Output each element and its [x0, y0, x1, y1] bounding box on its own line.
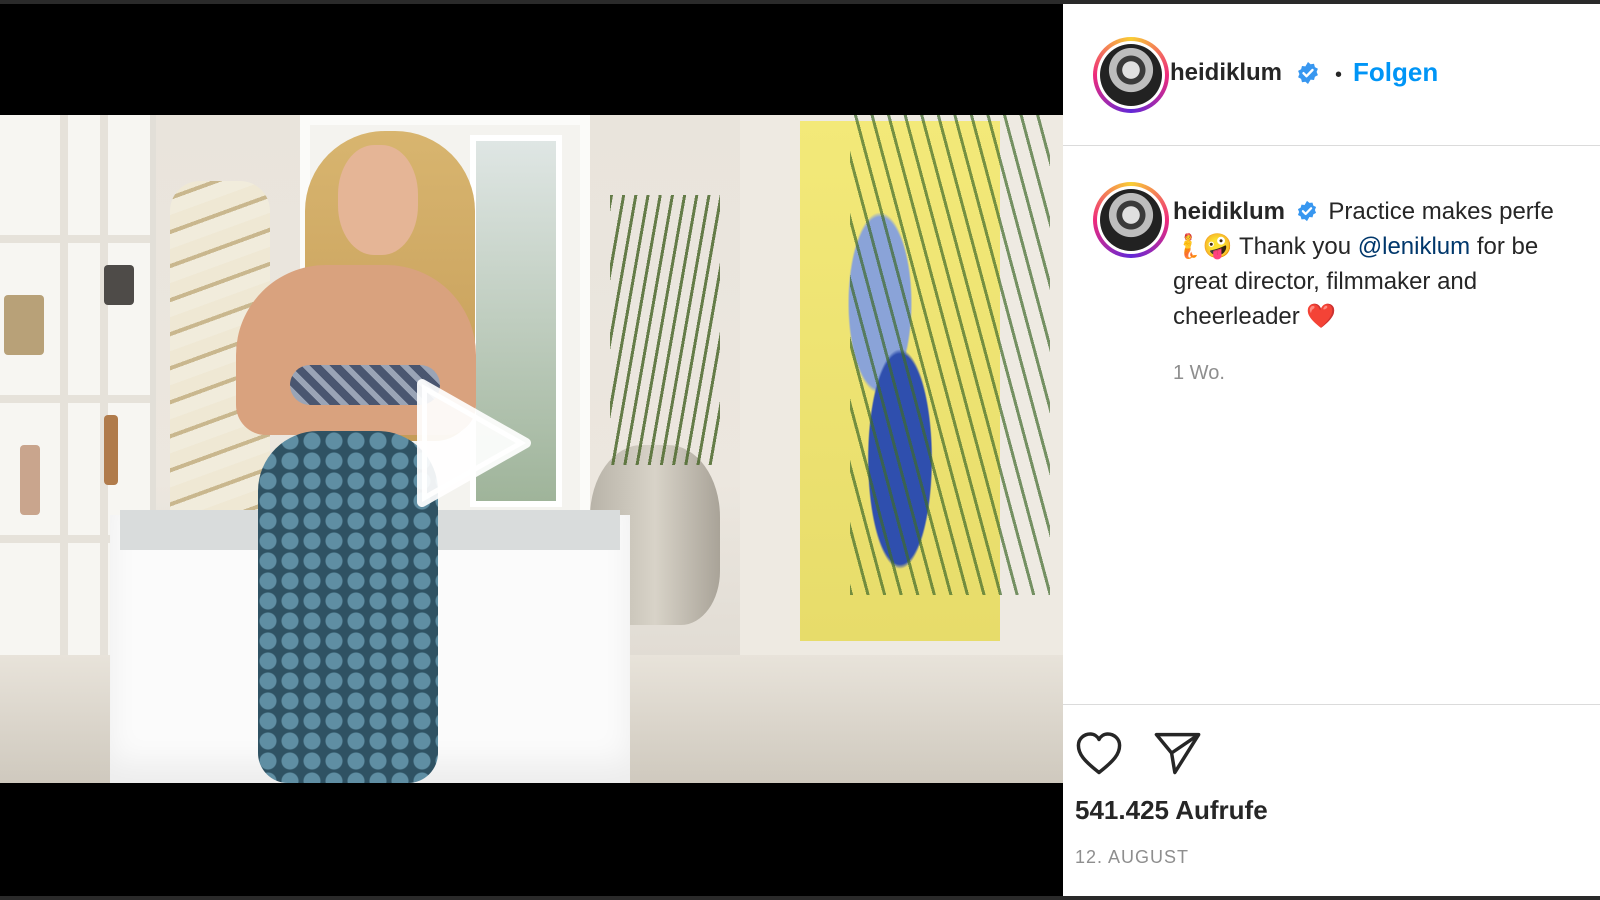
- red-heart-emoji: ❤️: [1306, 303, 1337, 330]
- paper-plane-icon[interactable]: [1151, 727, 1203, 779]
- post-header: heidiklum • Folgen: [1063, 4, 1600, 146]
- caption-avatar[interactable]: [1093, 182, 1169, 258]
- mention-link[interactable]: @leniklum: [1358, 233, 1470, 260]
- video-player[interactable]: [0, 4, 1063, 896]
- caption-section: heidiklum Practice makes perfe 🧜🤪 Thank …: [1063, 146, 1600, 706]
- post-date: 12. AUGUST: [1075, 847, 1190, 867]
- header-username[interactable]: heidiklum: [1170, 59, 1282, 87]
- verified-badge-icon: [1298, 62, 1318, 84]
- heart-outline-icon[interactable]: [1073, 727, 1125, 779]
- mermaid-tail: [258, 431, 438, 783]
- caption-line-2-suffix: for be: [1470, 233, 1539, 260]
- post-time[interactable]: 1 Wo.: [1173, 362, 1225, 385]
- person-face: [338, 145, 418, 255]
- action-bar: 541.425 Aufrufe 12. AUGUST: [1063, 704, 1600, 897]
- caption-username[interactable]: heidiklum: [1173, 198, 1285, 225]
- potted-plant: [610, 195, 720, 465]
- post-panel: heidiklum • Folgen heidiklum Practice ma…: [1063, 4, 1600, 896]
- separator-dot: •: [1335, 64, 1343, 86]
- verified-badge-icon: [1297, 200, 1316, 222]
- caption-line-2-prefix: Thank you: [1239, 233, 1358, 260]
- view-count[interactable]: 541.425 Aufrufe: [1075, 795, 1268, 826]
- mermaid-emoji: 🧜: [1173, 233, 1203, 260]
- avatar[interactable]: [1093, 37, 1169, 113]
- caption-line-4: cheerleader: [1173, 303, 1300, 330]
- play-icon[interactable]: [414, 378, 534, 508]
- tall-plant: [850, 115, 1050, 595]
- zany-face-emoji: 🤪: [1202, 233, 1233, 260]
- caption-line-1: Practice makes perfe: [1328, 198, 1554, 225]
- caption-line-3: great director, filmmaker and: [1173, 268, 1478, 295]
- follow-button[interactable]: Folgen: [1353, 57, 1438, 88]
